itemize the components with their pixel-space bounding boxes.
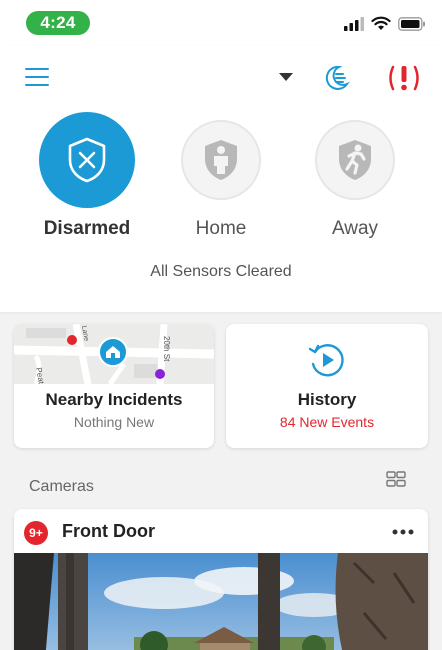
- mode-home[interactable]: Home: [171, 112, 271, 239]
- map-street-label: 20th St: [162, 336, 171, 362]
- status-icons: [344, 16, 426, 31]
- siren-alert-icon[interactable]: [386, 63, 422, 93]
- more-options-icon[interactable]: [392, 529, 414, 535]
- disarmed-circle: [39, 112, 135, 208]
- notification-badge: 9+: [24, 521, 48, 545]
- nearby-incidents-card[interactable]: 20th St Peat Lane Nearby Incidents Nothi…: [14, 324, 214, 448]
- away-circle: [315, 120, 395, 200]
- menu-line: [25, 84, 49, 86]
- history-title: History: [297, 390, 357, 409]
- camera-feed-preview[interactable]: [14, 553, 428, 650]
- battery-icon: [398, 16, 425, 31]
- camera-name: Front Door: [62, 521, 155, 541]
- wifi-icon: [371, 16, 391, 30]
- neighborhood-map: 20th St Peat Lane: [14, 324, 214, 384]
- history-play-icon: [308, 344, 344, 377]
- nearby-subtitle: Nothing New: [73, 414, 155, 430]
- status-time: 4:24: [26, 11, 90, 35]
- menu-button[interactable]: [25, 68, 49, 86]
- menu-line: [25, 76, 49, 78]
- grid-view-icon[interactable]: [386, 471, 406, 487]
- mode-label: Home: [195, 218, 247, 239]
- shield-person-icon: [205, 140, 237, 180]
- menu-line: [25, 68, 49, 70]
- moon-icon[interactable]: [322, 64, 350, 92]
- signal-icon: [344, 16, 364, 31]
- home-circle: [181, 120, 261, 200]
- mode-away[interactable]: Away: [305, 112, 405, 239]
- shield-x-icon: [68, 137, 106, 183]
- nearby-title: Nearby Incidents: [45, 390, 183, 409]
- camera-card-front-door[interactable]: 9+ Front Door: [14, 509, 428, 650]
- security-panel: Disarmed Home Away All Sensors Cleared: [0, 46, 442, 312]
- sensor-status-text: All Sensors Cleared: [150, 263, 292, 280]
- history-events-count: 84 New Events: [279, 414, 375, 430]
- location-dropdown-caret-icon[interactable]: [279, 73, 293, 81]
- mode-label: Disarmed: [43, 218, 131, 239]
- incident-marker: [67, 335, 77, 345]
- incident-marker: [155, 369, 165, 379]
- cameras-section-label: Cameras: [29, 478, 94, 495]
- status-bar: 4:24: [0, 0, 442, 46]
- mode-label: Away: [331, 218, 379, 239]
- shield-running-icon: [339, 140, 371, 180]
- mode-disarmed[interactable]: Disarmed: [37, 112, 137, 239]
- history-card[interactable]: History 84 New Events: [226, 324, 428, 448]
